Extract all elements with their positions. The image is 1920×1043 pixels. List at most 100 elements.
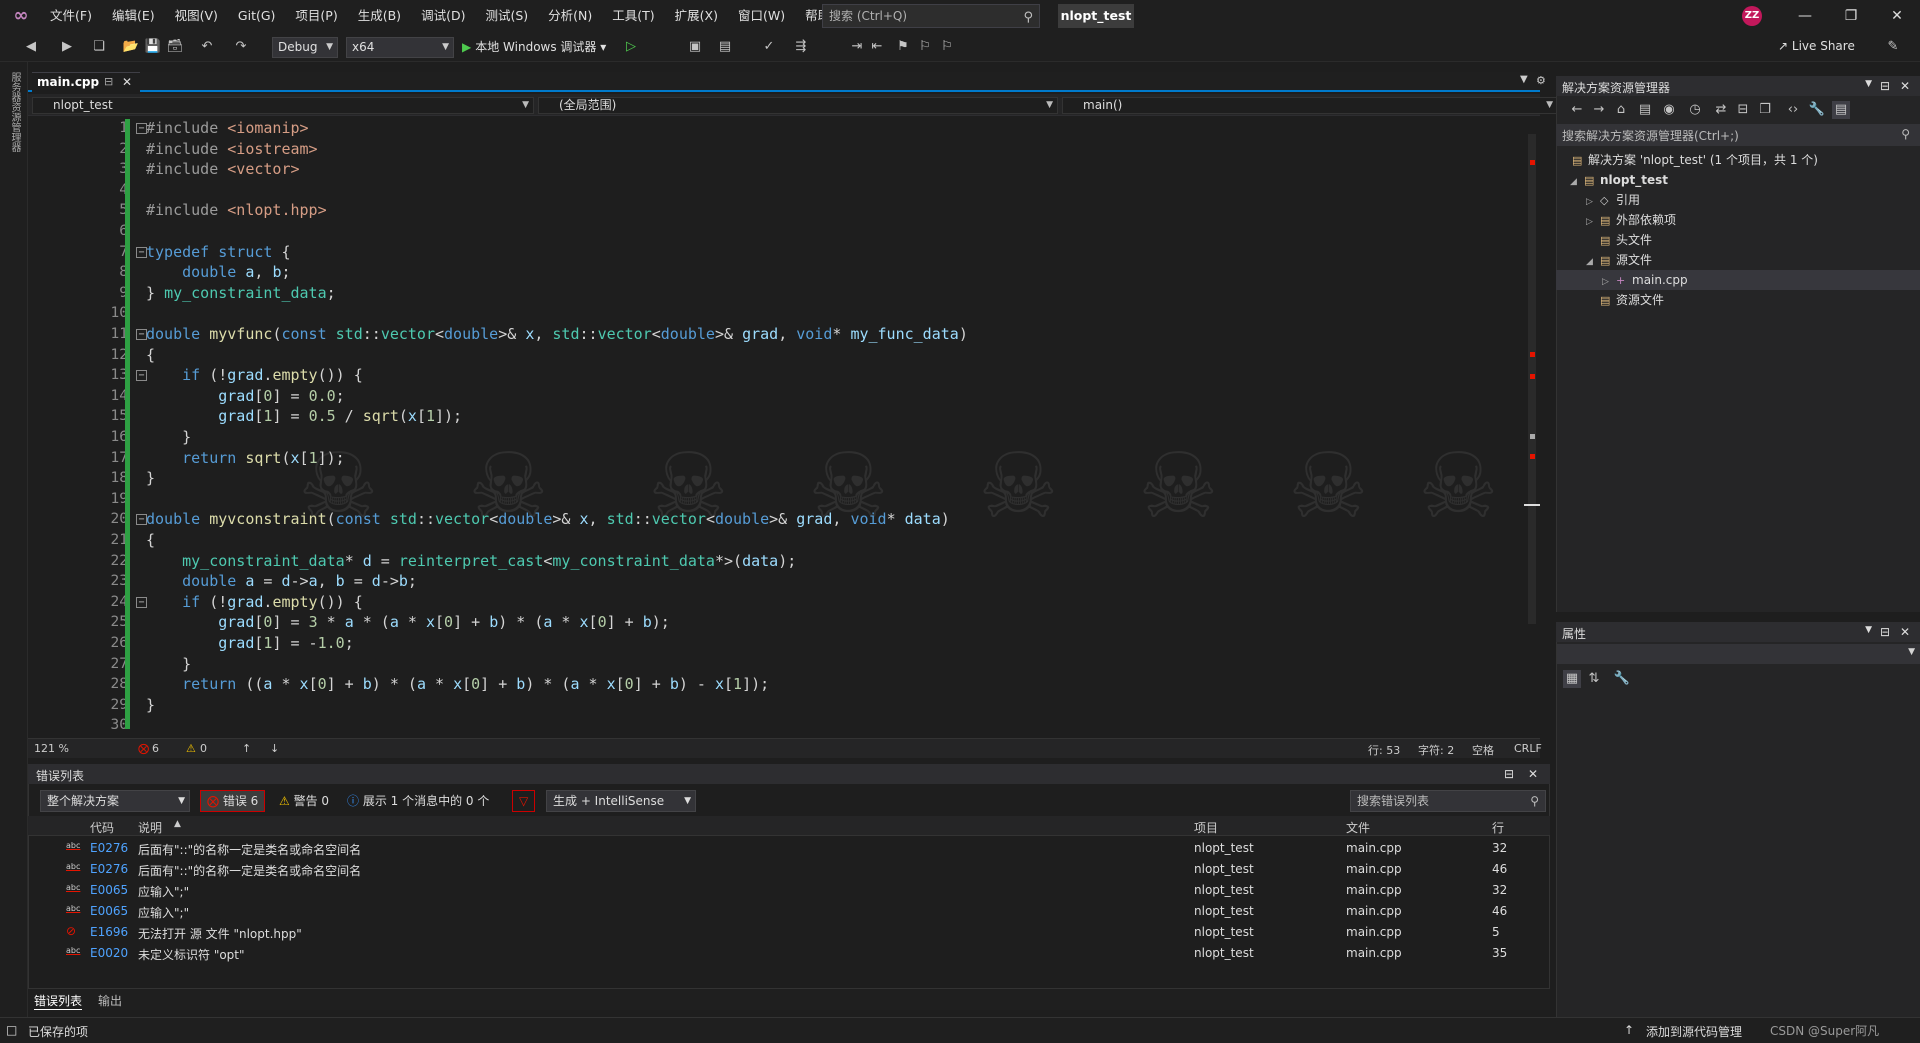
error-search-input[interactable]: 搜索错误列表 ⚲ — [1350, 790, 1546, 812]
pin-icon[interactable]: ⊟ — [1880, 625, 1890, 639]
redo-icon[interactable]: ↷ — [232, 38, 250, 56]
configuration-select[interactable]: Debug ▼ — [272, 37, 338, 58]
pin-icon[interactable]: ⊟ — [104, 73, 113, 91]
table-row[interactable]: abc E0020 未定义标识符 "opt" nlopt_test main.cpp 35 — [28, 943, 1550, 964]
preview-icon[interactable]: ▤ — [1832, 101, 1850, 119]
zoom-level[interactable]: 121 % — [34, 742, 69, 755]
code-line[interactable]: } my_constraint_data; — [146, 283, 336, 304]
code-line[interactable]: grad[1] = -1.0; — [146, 633, 353, 654]
tree-item-resource-files[interactable]: ▤ 资源文件 — [1600, 290, 1664, 310]
error-code[interactable]: E0065 — [90, 904, 128, 918]
table-row[interactable]: abc E0065 应输入";" nlopt_test main.cpp 32 — [28, 880, 1550, 901]
close-window-button[interactable]: ✕ — [1874, 0, 1920, 32]
menu-item[interactable]: 项目(P) — [285, 0, 347, 32]
close-icon[interactable]: ✕ — [1900, 625, 1910, 639]
code-line[interactable]: grad[1] = 0.5 / sqrt(x[1]); — [146, 406, 462, 427]
line-info[interactable]: 行: 53 — [1368, 742, 1400, 758]
arrow-down-icon[interactable]: ↓ — [270, 742, 279, 755]
feedback-icon[interactable]: ✎ — [1884, 38, 1902, 56]
arrow-up-icon[interactable]: ↑ — [242, 742, 251, 755]
undo-icon[interactable]: ↶ — [198, 38, 216, 56]
code-line[interactable]: double a = d->a, b = d->b; — [146, 571, 417, 592]
whitespace-mode[interactable]: 空格 — [1472, 742, 1494, 758]
menu-item[interactable]: 测试(S) — [475, 0, 538, 32]
error-code[interactable]: E1696 — [90, 925, 128, 939]
alphabetical-icon[interactable]: ⇅ — [1585, 670, 1603, 688]
code-line[interactable]: } — [146, 468, 155, 489]
step-icon[interactable]: ⇶ — [792, 38, 810, 56]
avatar[interactable]: ZZ — [1742, 6, 1762, 26]
member-dropdown[interactable]: main() ▼ — [1062, 97, 1558, 114]
menu-item[interactable]: 文件(F) — [40, 0, 102, 32]
menu-item[interactable]: 调试(D) — [411, 0, 475, 32]
bookmark-next-icon[interactable]: ⚐ — [938, 38, 956, 56]
history-icon[interactable]: ◷ — [1686, 101, 1704, 119]
tree-item-source-files[interactable]: ◢ ▤ 源文件 — [1586, 250, 1652, 270]
start-without-debug-icon[interactable]: ▷ — [622, 38, 640, 56]
code-line[interactable]: #include <iostream> — [146, 139, 318, 160]
server-explorer-tab[interactable]: 服务器资源管理器 — [8, 72, 22, 152]
save-all-icon[interactable]: 🗃 — [166, 38, 184, 56]
tree-item-references[interactable]: ▷ ◇ 引用 — [1586, 190, 1640, 210]
categorized-icon[interactable]: ▦ — [1563, 670, 1581, 688]
spellcheck-icon[interactable]: ✓ — [760, 38, 778, 56]
vertical-scrollbar[interactable] — [1524, 116, 1540, 738]
menu-item[interactable]: 扩展(X) — [665, 0, 728, 32]
tree-item-main-cpp[interactable]: ▷ + main.cpp — [1556, 270, 1920, 290]
column-project[interactable]: 项目 — [1194, 819, 1218, 836]
layout-icon[interactable]: ▤ — [716, 38, 734, 56]
bookmark-icon[interactable]: ⚑ — [894, 38, 912, 56]
warnings-filter-button[interactable]: ⚠ 警告 0 — [272, 790, 336, 812]
fold-toggle-icon[interactable]: − — [136, 246, 147, 258]
tree-project[interactable]: ◢ ▤ nlopt_test — [1570, 170, 1668, 190]
fold-toggle-icon[interactable]: − — [136, 370, 147, 382]
column-description[interactable]: 说明 — [138, 819, 162, 836]
warning-count[interactable]: 0 — [200, 742, 207, 755]
close-tab-icon[interactable]: ✕ — [122, 73, 132, 91]
filter-icon[interactable]: ▽ — [512, 790, 536, 812]
chevron-down-icon[interactable]: ▼ — [1865, 79, 1872, 89]
bookmark-prev-icon[interactable]: ⚐ — [916, 38, 934, 56]
outdent-icon[interactable]: ⇤ — [868, 38, 886, 56]
code-line[interactable]: grad[0] = 3 * a * (a * x[0] + b) * (a * … — [146, 612, 670, 633]
forward-icon[interactable]: → — [1590, 101, 1608, 119]
menu-item[interactable]: Git(G) — [228, 0, 286, 32]
code-editor[interactable]: ☠ ☠ ☠ ☠ ☠ ☠ ☠ ☠ 1 2 3 4 5 6 7 8 9 10 11 12 13 14 15 16 1… — [28, 116, 1540, 738]
code-line[interactable]: double a, b; — [146, 262, 290, 283]
scrollbar-track[interactable] — [1528, 134, 1536, 624]
line-ending[interactable]: CRLF — [1514, 742, 1542, 755]
fold-toggle-icon[interactable]: − — [136, 329, 147, 340]
error-code[interactable]: E0020 — [90, 946, 128, 960]
error-count[interactable]: 6 — [152, 742, 159, 755]
tree-item-header-files[interactable]: ▤ 头文件 — [1600, 230, 1652, 250]
code-line[interactable]: } — [146, 695, 155, 716]
tab-output[interactable]: 输出 — [98, 992, 122, 1009]
menu-item[interactable]: 生成(B) — [348, 0, 411, 32]
wrench-icon[interactable]: 🔧 — [1613, 670, 1631, 688]
code-line[interactable]: #include <nlopt.hpp> — [146, 200, 327, 221]
tree-solution[interactable]: ▤ 解决方案 'nlopt_test' (1 个项目，共 1 个) — [1572, 150, 1818, 170]
gear-icon[interactable]: ⚙ — [1536, 74, 1546, 87]
code-line[interactable]: double myvconstraint(const std::vector<d… — [146, 509, 950, 530]
back-icon[interactable]: ◀ — [22, 38, 40, 56]
code-line[interactable]: return sqrt(x[1]); — [146, 448, 345, 469]
menu-item[interactable]: 工具(T) — [602, 0, 664, 32]
live-share-button[interactable]: ↗ Live Share — [1778, 39, 1855, 53]
switch-view-icon[interactable]: ▤ — [1636, 101, 1654, 119]
show-all-icon[interactable]: ❐ — [1756, 101, 1774, 119]
tab-main-cpp[interactable]: main.cpp ⊟ ✕ — [32, 72, 140, 92]
code-line[interactable]: my_constraint_data* d = reinterpret_cast… — [146, 551, 796, 572]
new-project-icon[interactable]: ❏ — [90, 38, 108, 56]
error-code[interactable]: E0065 — [90, 883, 128, 897]
fold-toggle-icon[interactable]: − — [136, 123, 147, 134]
tree-item-external-deps[interactable]: ▷ ▤ 外部依赖项 — [1586, 210, 1676, 230]
search-input[interactable]: 搜索 (Ctrl+Q) ⚲ — [822, 4, 1040, 28]
table-row[interactable]: abc E0276 后面有"::"的名称一定是类名或命名空间名 nlopt_test m… — [28, 859, 1550, 880]
code-line[interactable]: #include <vector> — [146, 159, 300, 180]
wrench-icon[interactable]: 🔧 — [1808, 101, 1826, 119]
indent-icon[interactable]: ⇥ — [848, 38, 866, 56]
collapse-icon[interactable]: ⊟ — [1734, 101, 1752, 119]
code-line[interactable]: double myvfunc(const std::vector<double>… — [146, 324, 968, 345]
start-debugging-button[interactable]: ▶ 本地 Windows 调试器 ▾ — [462, 37, 606, 58]
errors-filter-button[interactable]: ⨂ 错误 6 — [200, 790, 266, 812]
